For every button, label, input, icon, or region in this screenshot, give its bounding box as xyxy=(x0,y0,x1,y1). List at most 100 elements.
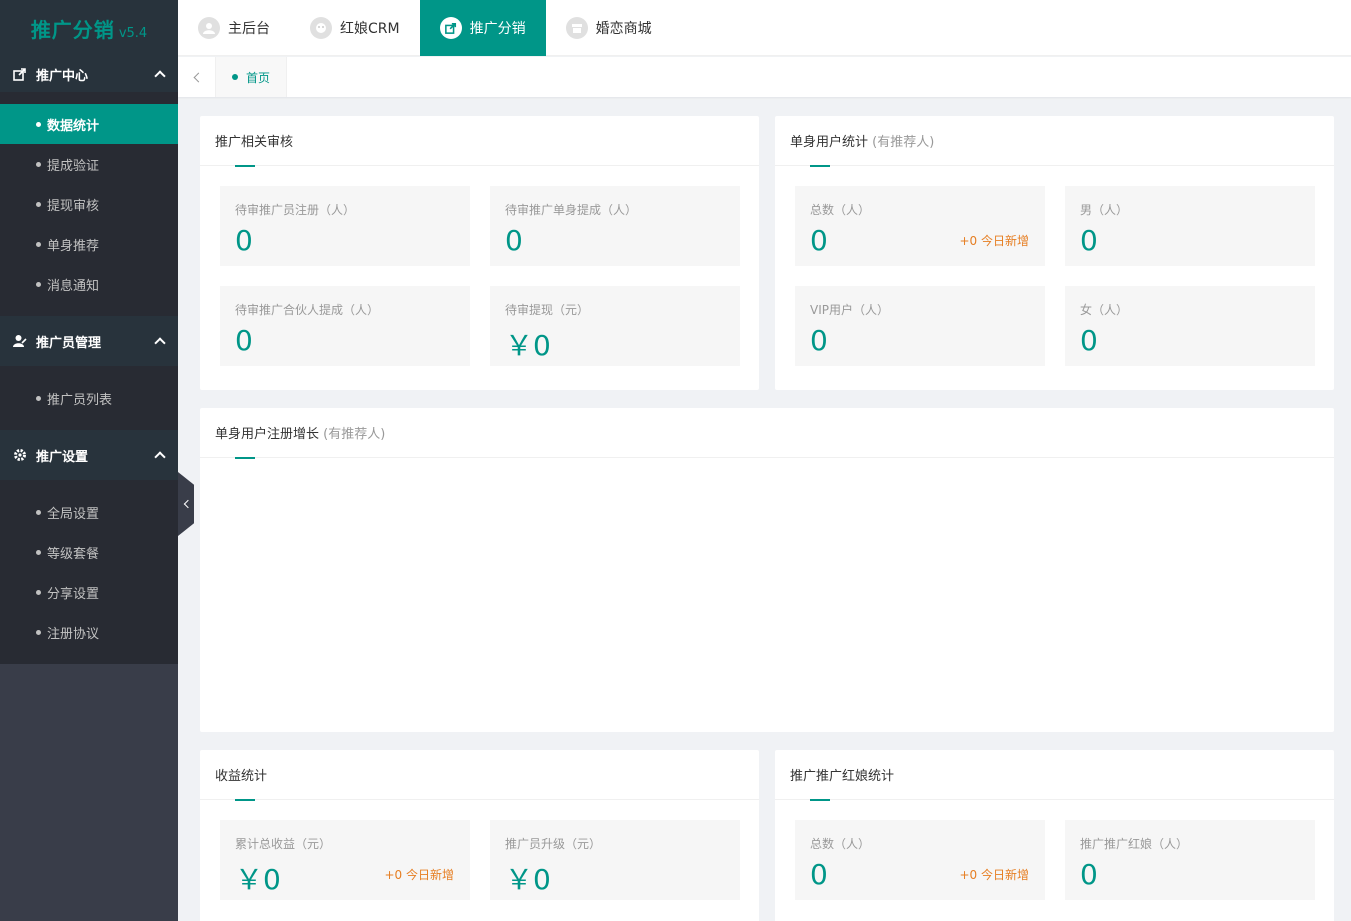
bullet-icon xyxy=(36,589,41,595)
stat-label: 总数（人） xyxy=(810,203,871,217)
stat-single-total: 总数（人） 0 +0 今日新增 xyxy=(795,186,1045,266)
sidebar-item-single-recommend[interactable]: 单身推荐 xyxy=(0,224,178,264)
stat-single-male: 男（人） 0 xyxy=(1065,186,1315,266)
bullet-icon xyxy=(36,629,41,635)
tab-label: 红娘CRM xyxy=(340,21,400,37)
stat-single-vip: VIP用户（人） 0 xyxy=(795,286,1045,366)
chevron-up-icon xyxy=(154,70,166,82)
sidebar-item-global-settings[interactable]: 全局设置 xyxy=(0,492,178,532)
stat-increment: +0 今日新增 xyxy=(959,868,1029,882)
stat-label: 男（人） xyxy=(1080,203,1129,217)
app-logo: 推广分销 v5.4 xyxy=(0,0,178,56)
face-icon xyxy=(310,17,332,39)
bullet-icon xyxy=(36,121,41,127)
sidebar-item-label: 分享设置 xyxy=(47,586,100,602)
tab-dating-mall[interactable]: 婚恋商城 xyxy=(546,0,672,56)
sidebar-group-promoter-mgmt[interactable]: 推广员管理 xyxy=(0,316,178,366)
bullet-icon xyxy=(36,395,41,401)
matchmaker-card: 推广推广红娘统计 总数（人） 0 +0 今日新增 推广推广红娘（人） 0 xyxy=(775,750,1334,921)
user-icon xyxy=(198,17,220,39)
registration-growth-card: 单身用户注册增长 (有推荐人) xyxy=(200,408,1334,732)
card-title: 收益统计 xyxy=(215,769,268,784)
tab-promo-distribution[interactable]: 推广分销 xyxy=(419,0,546,56)
brand-title: 推广分销 xyxy=(30,18,115,42)
card-title-tag: (有推荐人) xyxy=(323,427,386,442)
sidebar-item-label: 提现审核 xyxy=(47,198,100,214)
chevron-up-icon xyxy=(154,451,166,463)
sidebar-group-promo-center[interactable]: 推广中心 xyxy=(0,56,178,92)
card-title-underline xyxy=(235,799,255,801)
card-title: 推广相关审核 xyxy=(215,135,294,150)
sidebar-collapse-toggle[interactable] xyxy=(178,472,194,536)
user-edit-icon xyxy=(12,333,28,349)
stat-label: 推广推广红娘（人） xyxy=(1080,837,1189,851)
card-header: 推广推广红娘统计 xyxy=(775,750,1334,801)
stat-label: 推广员升级（元） xyxy=(505,837,602,851)
sidebar-submenu: 推广员列表 xyxy=(0,366,178,430)
stat-promoter-upgrade: 推广员升级（元） ￥0 xyxy=(490,820,740,900)
page-tab-home[interactable]: 首页 xyxy=(216,57,288,97)
active-dot-icon xyxy=(232,74,238,80)
chevron-up-icon xyxy=(154,337,166,349)
card-title-tag: (有推荐人) xyxy=(872,135,935,150)
sidebar-item-level-packages[interactable]: 等级套餐 xyxy=(0,532,178,572)
stat-increment: +0 今日新增 xyxy=(384,868,454,882)
stat-increment: +0 今日新增 xyxy=(959,234,1029,248)
tab-matchmaker-crm[interactable]: 红娘CRM xyxy=(290,0,420,56)
bullet-icon xyxy=(36,161,41,167)
stat-value: 0 xyxy=(1080,858,1098,891)
stat-label: 累计总收益（元） xyxy=(235,837,332,851)
card-title-underline xyxy=(810,165,830,167)
stat-value: ￥0 xyxy=(505,329,551,362)
stat-value: 0 xyxy=(235,324,253,357)
sidebar-group-label: 推广设置 xyxy=(36,449,89,465)
stat-label: 待审推广单身提成（人） xyxy=(505,203,638,217)
sidebar-submenu: 全局设置 等级套餐 分享设置 注册协议 xyxy=(0,480,178,664)
sidebar-item-label: 提成验证 xyxy=(47,158,100,174)
sidebar: 推广分销 v5.4 推广中心 数据统计 提成验证 提现审核 单身推荐 消息通知 … xyxy=(0,0,178,921)
card-title: 单身用户统计 xyxy=(790,135,869,150)
stat-label: 待审推广员注册（人） xyxy=(235,203,356,217)
sidebar-item-notifications[interactable]: 消息通知 xyxy=(0,264,178,304)
card-header: 单身用户注册增长 (有推荐人) xyxy=(200,408,1334,459)
stat-single-female: 女（人） 0 xyxy=(1065,286,1315,366)
sidebar-group-label: 推广中心 xyxy=(36,68,89,84)
stat-total-income: 累计总收益（元） ￥0 +0 今日新增 xyxy=(220,820,470,900)
sidebar-item-label: 单身推荐 xyxy=(47,238,100,254)
sidebar-item-register-agreement[interactable]: 注册协议 xyxy=(0,612,178,652)
page-tab-label: 首页 xyxy=(246,70,271,85)
single-users-card: 单身用户统计 (有推荐人) 总数（人） 0 +0 今日新增 男（人） 0 VIP用户（… xyxy=(775,116,1334,390)
sidebar-item-label: 注册协议 xyxy=(47,626,100,642)
tab-main-admin[interactable]: 主后台 xyxy=(178,0,290,56)
tab-scroll-left-button[interactable] xyxy=(178,57,216,97)
sidebar-group-label: 推广员管理 xyxy=(36,335,102,351)
stat-value: 0 xyxy=(810,324,828,357)
bullet-icon xyxy=(36,241,41,247)
tab-label: 婚恋商城 xyxy=(595,21,652,37)
stat-label: 待审推广合伙人提成（人） xyxy=(235,303,380,317)
bullet-icon xyxy=(36,509,41,515)
sidebar-item-promoter-list[interactable]: 推广员列表 xyxy=(0,378,178,418)
card-title: 单身用户注册增长 xyxy=(215,427,320,442)
audit-card: 推广相关审核 待审推广员注册（人） 0 待审推广单身提成（人） 0 待审推广合伙人提… xyxy=(200,116,759,390)
sidebar-item-label: 全局设置 xyxy=(47,506,100,522)
share-icon xyxy=(12,66,28,82)
share-icon xyxy=(439,17,462,39)
sidebar-item-data-stats[interactable]: 数据统计 xyxy=(0,104,178,144)
tab-label: 推广分销 xyxy=(469,21,526,37)
bullet-icon xyxy=(36,549,41,555)
stat-label: 女（人） xyxy=(1080,303,1129,317)
tab-bar: 首页 xyxy=(178,57,1351,97)
stat-matchmaker-promoted: 推广推广红娘（人） 0 xyxy=(1065,820,1315,900)
card-title: 推广推广红娘统计 xyxy=(790,769,895,784)
card-title-underline xyxy=(235,165,255,167)
card-title-underline xyxy=(810,799,830,801)
sidebar-item-commission-verify[interactable]: 提成验证 xyxy=(0,144,178,184)
brand-version: v5.4 xyxy=(118,26,148,41)
sidebar-item-share-settings[interactable]: 分享设置 xyxy=(0,572,178,612)
sidebar-item-label: 等级套餐 xyxy=(47,546,100,562)
sidebar-group-promo-settings[interactable]: 推广设置 xyxy=(0,430,178,480)
stat-label: VIP用户（人） xyxy=(810,303,889,317)
sidebar-item-withdraw-review[interactable]: 提现审核 xyxy=(0,184,178,224)
stat-pending-withdraw: 待审提现（元） ￥0 xyxy=(490,286,740,366)
